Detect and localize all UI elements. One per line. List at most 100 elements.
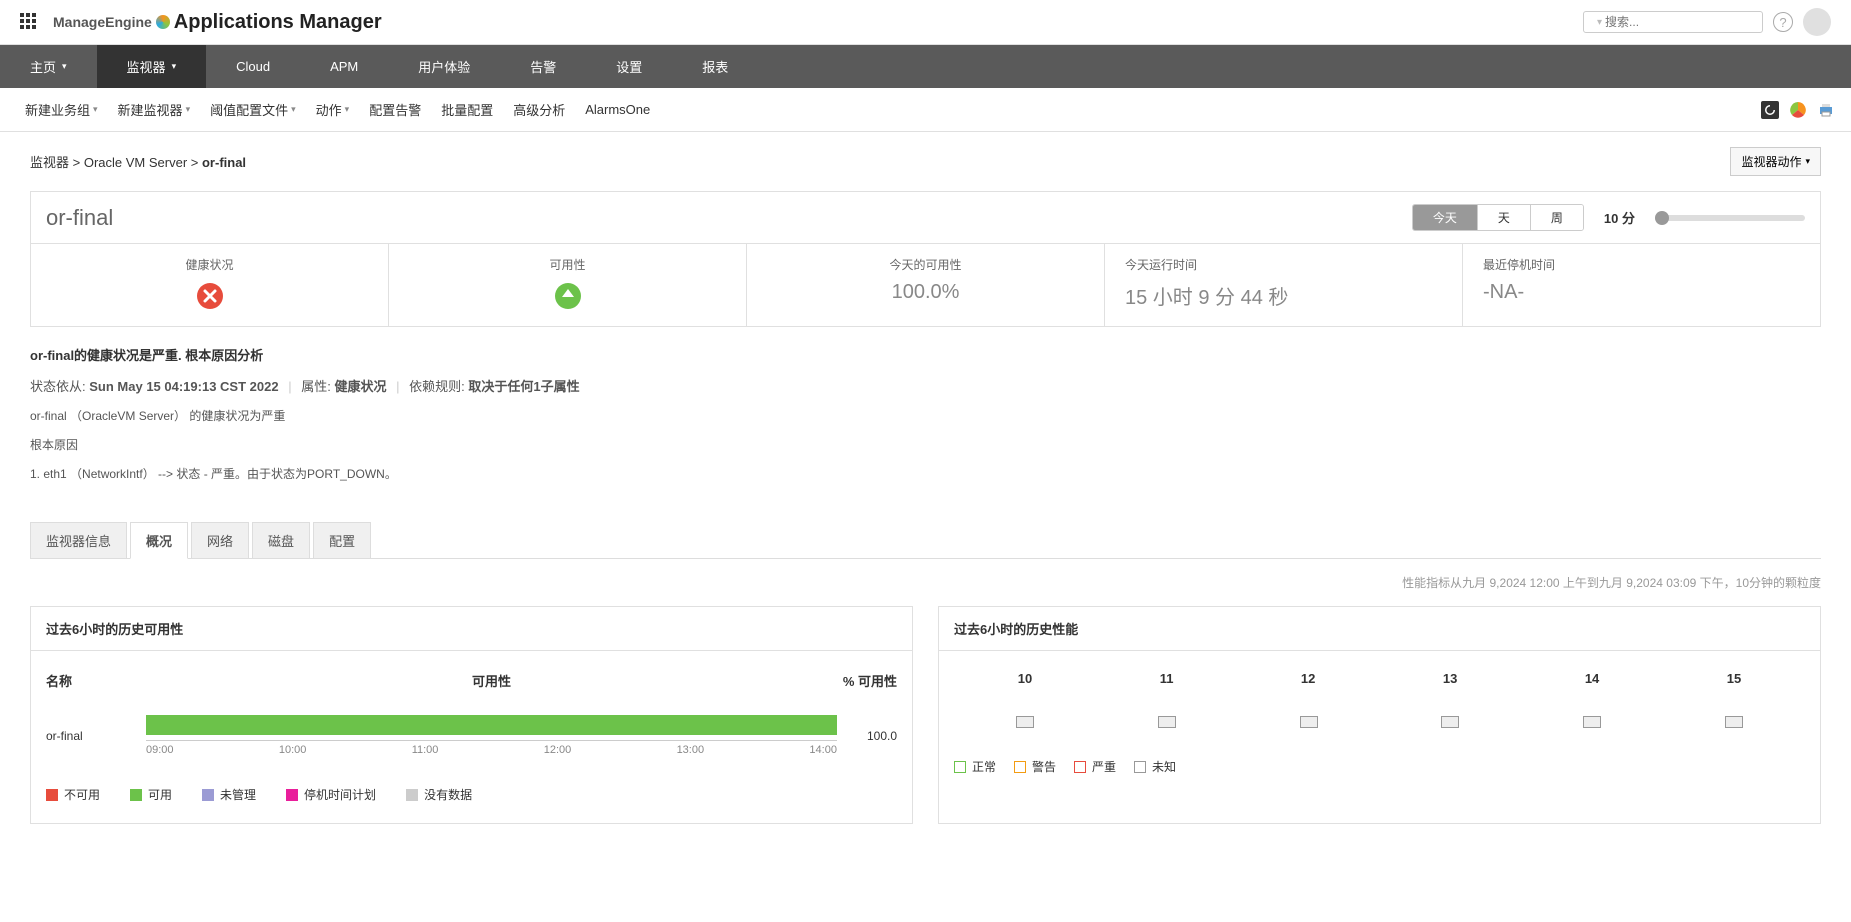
tab-config[interactable]: 配置 xyxy=(313,522,371,558)
perf-hours: 10 11 12 13 14 15 xyxy=(954,671,1805,686)
legend-unknown: 未知 xyxy=(1134,758,1176,775)
search-input[interactable] xyxy=(1605,15,1760,29)
health-status-line: 状态依从: Sun May 15 04:19:13 CST 2022 | 属性:… xyxy=(30,376,1821,395)
subnav-alarmsone[interactable]: AlarmsOne xyxy=(575,98,660,121)
stat-uptime-label: 今天运行时间 xyxy=(1125,256,1442,273)
tab-disk[interactable]: 磁盘 xyxy=(252,522,310,558)
panel2-title: 过去6小时的历史性能 xyxy=(939,607,1820,651)
availability-up-icon xyxy=(409,281,726,314)
subnav-config-alert[interactable]: 配置告警 xyxy=(359,96,431,123)
stat-health-label: 健康状况 xyxy=(51,256,368,273)
stat-today-avail: 今天的可用性 100.0% xyxy=(747,244,1105,326)
nav-home[interactable]: 主页▾ xyxy=(0,45,97,88)
stat-uptime: 今天运行时间 15 小时 9 分 44 秒 xyxy=(1105,244,1463,326)
slider-thumb[interactable] xyxy=(1655,211,1669,225)
perf-box xyxy=(1158,716,1176,728)
legend-warning: 警告 xyxy=(1014,758,1056,775)
chart-icon[interactable] xyxy=(1788,100,1808,120)
legend-scheduled: 停机时间计划 xyxy=(286,786,376,803)
caret-down-icon: ▾ xyxy=(186,104,191,115)
caret-down-icon: ▾ xyxy=(345,104,350,115)
tab-network[interactable]: 网络 xyxy=(191,522,249,558)
stat-lastdown-value: -NA- xyxy=(1483,281,1800,304)
nav-ux[interactable]: 用户体验 xyxy=(388,45,500,88)
stat-lastdown: 最近停机时间 -NA- xyxy=(1463,244,1820,326)
legend-available: 可用 xyxy=(130,786,172,803)
health-detail-1: or-final （OracleVM Server） 的健康状况为严重 xyxy=(30,407,1821,424)
legend-nodata: 没有数据 xyxy=(406,786,472,803)
subnav-advanced[interactable]: 高级分析 xyxy=(503,96,575,123)
avail-ticks: 09:00 10:00 11:00 12:00 13:00 14:00 xyxy=(146,740,837,756)
stat-availability: 可用性 xyxy=(389,244,747,326)
detail-tabs: 监视器信息 概况 网络 磁盘 配置 xyxy=(30,522,1821,559)
time-slider[interactable] xyxy=(1655,215,1805,221)
breadcrumb-l1[interactable]: 监视器 xyxy=(30,155,69,170)
print-icon[interactable] xyxy=(1816,100,1836,120)
subnav-threshold[interactable]: 阈值配置文件▾ xyxy=(200,96,306,123)
legend-unmanaged: 未管理 xyxy=(202,786,256,803)
perf-boxes xyxy=(954,716,1805,728)
avail-row: or-final 09:00 10:00 11:00 12:00 13:00 1… xyxy=(46,715,897,756)
perf-box xyxy=(1583,716,1601,728)
logo-text-1: ManageEngine xyxy=(53,14,152,30)
stats-row: 健康状况 可用性 今天的可用性 100.0% 今天运行时间 15 小时 9 分 … xyxy=(30,243,1821,327)
health-title: or-final的健康状况是严重. 根本原因分析 xyxy=(30,345,1821,364)
time-tab-week[interactable]: 周 xyxy=(1531,205,1583,230)
tab-monitor-info[interactable]: 监视器信息 xyxy=(30,522,127,558)
nav-settings[interactable]: 设置 xyxy=(586,45,672,88)
stat-lastdown-label: 最近停机时间 xyxy=(1483,256,1800,273)
stat-uptime-value: 15 小时 9 分 44 秒 xyxy=(1125,281,1442,310)
time-tabs: 今天 天 周 xyxy=(1412,204,1584,231)
subnav-actions[interactable]: 动作▾ xyxy=(306,96,360,123)
perf-box xyxy=(1300,716,1318,728)
page-title: or-final xyxy=(46,205,113,231)
breadcrumb-l2[interactable]: Oracle VM Server xyxy=(84,155,187,170)
nav-alerts[interactable]: 告警 xyxy=(500,45,586,88)
logo-swirl-icon xyxy=(156,15,170,29)
time-tab-today[interactable]: 今天 xyxy=(1413,205,1478,230)
perf-box xyxy=(1725,716,1743,728)
root-cause-label: 根本原因 xyxy=(30,436,1821,453)
panel-availability-history: 过去6小时的历史可用性 名称 可用性 % 可用性 or-final 09:00 … xyxy=(30,606,913,824)
stat-today-avail-value: 100.0% xyxy=(767,281,1084,304)
stat-avail-label: 可用性 xyxy=(409,256,726,273)
nav-reports[interactable]: 报表 xyxy=(672,45,758,88)
avail-legend: 不可用 可用 未管理 停机时间计划 没有数据 xyxy=(46,786,897,803)
subnav-batch[interactable]: 批量配置 xyxy=(431,96,503,123)
time-tab-day[interactable]: 天 xyxy=(1478,205,1531,230)
panel1-title: 过去6小时的历史可用性 xyxy=(31,607,912,651)
performance-note: 性能指标从九月 9,2024 12:00 上午到九月 9,2024 03:09 … xyxy=(30,574,1821,591)
help-icon[interactable]: ? xyxy=(1773,12,1793,32)
breadcrumb: 监视器 > Oracle VM Server > or-final xyxy=(30,152,246,171)
avail-row-pct: 100.0 xyxy=(837,729,897,743)
root-cause-1: 1. eth1 （NetworkIntf） --> 状态 - 严重。由于状态为P… xyxy=(30,465,1821,482)
panel-performance-history: 过去6小时的历史性能 10 11 12 13 14 15 xyxy=(938,606,1821,824)
avatar[interactable] xyxy=(1803,8,1831,36)
sub-nav: 新建业务组▾ 新建监视器▾ 阈值配置文件▾ 动作▾ 配置告警 批量配置 高级分析… xyxy=(0,88,1851,132)
refresh-icon[interactable] xyxy=(1760,100,1780,120)
subnav-new-monitor[interactable]: 新建监视器▾ xyxy=(108,96,201,123)
legend-normal: 正常 xyxy=(954,758,996,775)
health-section: or-final的健康状况是严重. 根本原因分析 状态依从: Sun May 1… xyxy=(30,345,1821,482)
col-avail: 可用性 xyxy=(146,671,837,690)
health-critical-icon xyxy=(51,281,368,314)
col-name: 名称 xyxy=(46,671,146,690)
nav-apm[interactable]: APM xyxy=(300,45,388,88)
search-box[interactable]: ▾ xyxy=(1583,11,1763,33)
nav-monitors[interactable]: 监视器▾ xyxy=(97,45,207,88)
nav-cloud[interactable]: Cloud xyxy=(206,45,300,88)
stat-today-avail-label: 今天的可用性 xyxy=(767,256,1084,273)
avail-bar xyxy=(146,715,837,735)
time-granularity-label: 10 分 xyxy=(1604,208,1635,227)
search-caret-icon: ▾ xyxy=(1597,17,1602,28)
monitor-actions-button[interactable]: 监视器动作▾ xyxy=(1730,147,1821,176)
logo-text-2: Applications Manager xyxy=(174,11,382,34)
apps-grid-icon[interactable] xyxy=(20,13,38,31)
caret-down-icon: ▾ xyxy=(172,61,177,72)
legend-critical: 严重 xyxy=(1074,758,1116,775)
tab-overview[interactable]: 概况 xyxy=(130,522,188,559)
avail-row-name: or-final xyxy=(46,729,146,743)
subnav-new-group[interactable]: 新建业务组▾ xyxy=(15,96,108,123)
breadcrumb-l3: or-final xyxy=(202,155,246,170)
perf-box xyxy=(1441,716,1459,728)
